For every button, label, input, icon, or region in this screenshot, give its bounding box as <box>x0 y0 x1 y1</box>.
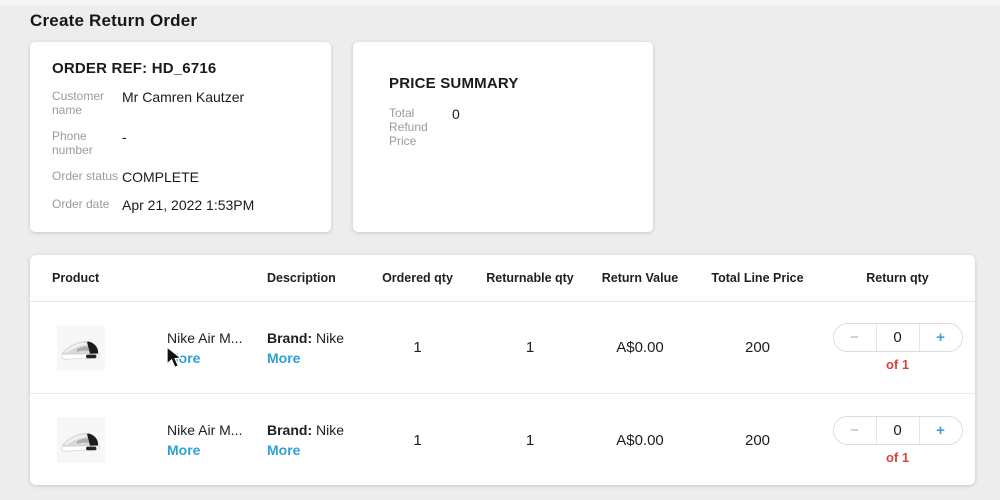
brand-label: Brand: <box>267 330 312 346</box>
description-more-link[interactable]: More <box>267 442 300 458</box>
increment-button[interactable]: + <box>919 417 962 444</box>
col-header-ordered-qty: Ordered qty <box>360 271 475 285</box>
brand-value: Nike <box>312 330 344 346</box>
field-value: 0 <box>452 106 460 148</box>
brand-label: Brand: <box>267 422 312 438</box>
ordered-qty-value: 1 <box>360 432 475 449</box>
field-label: Customer name <box>52 89 122 117</box>
field-customer-name: Customer name Mr Camren Kautzer <box>52 89 309 117</box>
brand-text: Brand: Nike <box>267 330 360 346</box>
description-more-link[interactable]: More <box>267 350 300 366</box>
of-max-label: of 1 <box>886 357 909 372</box>
field-phone-number: Phone number - <box>52 129 309 157</box>
product-image-cell <box>30 325 167 371</box>
col-header-description: Description <box>267 271 360 285</box>
product-name-cell: Nike Air M... More <box>167 330 267 366</box>
returnable-qty-value: 1 <box>475 432 585 449</box>
increment-button[interactable]: + <box>919 324 962 351</box>
price-summary-card: PRICE SUMMARY Total Refund Price 0 <box>353 42 653 232</box>
sneaker-image <box>57 417 105 463</box>
field-value: Mr Camren Kautzer <box>122 89 244 117</box>
col-header-product: Product <box>30 271 267 285</box>
product-name: Nike Air M... <box>167 422 267 438</box>
product-image <box>57 325 105 371</box>
table-row: Nike Air M... More Brand: Nike More 1 1 … <box>30 302 975 394</box>
product-more-link[interactable]: More <box>167 442 200 458</box>
price-summary-title: PRICE SUMMARY <box>389 75 617 92</box>
brand-value: Nike <box>312 422 344 438</box>
return-qty-cell: − 0 + of 1 <box>833 416 963 465</box>
quantity-stepper: − 0 + <box>833 323 963 352</box>
return-qty-value[interactable]: 0 <box>877 417 919 444</box>
order-ref-title: ORDER REF: HD_6716 <box>52 60 309 77</box>
field-label: Order status <box>52 169 122 185</box>
field-label: Total Refund Price <box>389 106 437 148</box>
field-label: Phone number <box>52 129 122 157</box>
field-order-date: Order date Apr 21, 2022 1:53PM <box>52 197 309 213</box>
product-name-cell: Nike Air M... More <box>167 422 267 458</box>
ordered-qty-value: 1 <box>360 339 475 356</box>
return-qty-value[interactable]: 0 <box>877 324 919 351</box>
col-header-returnable-qty: Returnable qty <box>475 271 585 285</box>
field-value: - <box>122 129 127 157</box>
decrement-button[interactable]: − <box>834 324 877 351</box>
total-line-price-value: 200 <box>695 339 820 356</box>
col-header-return-value: Return Value <box>585 271 695 285</box>
return-items-table: Product Description Ordered qty Returnab… <box>30 255 975 485</box>
sneaker-image <box>57 325 105 371</box>
product-more-link[interactable]: More <box>167 350 200 366</box>
field-total-refund-price: Total Refund Price 0 <box>389 106 617 148</box>
order-ref-card: ORDER REF: HD_6716 Customer name Mr Camr… <box>30 42 331 232</box>
product-name: Nike Air M... <box>167 330 267 346</box>
quantity-stepper: − 0 + <box>833 416 963 445</box>
product-image <box>57 417 105 463</box>
field-label: Order date <box>52 197 122 213</box>
page-title: Create Return Order <box>30 11 197 31</box>
col-header-total-line-price: Total Line Price <box>695 271 820 285</box>
table-header-row: Product Description Ordered qty Returnab… <box>30 255 975 302</box>
decrement-button[interactable]: − <box>834 417 877 444</box>
col-header-return-qty: Return qty <box>820 271 975 285</box>
total-line-price-value: 200 <box>695 432 820 449</box>
return-value: A$0.00 <box>585 339 695 356</box>
of-max-label: of 1 <box>886 450 909 465</box>
return-qty-cell: − 0 + of 1 <box>833 323 963 372</box>
returnable-qty-value: 1 <box>475 339 585 356</box>
top-strip <box>0 0 1000 6</box>
field-value: Apr 21, 2022 1:53PM <box>122 197 254 213</box>
field-order-status: Order status COMPLETE <box>52 169 309 185</box>
product-image-cell <box>30 417 167 463</box>
return-value: A$0.00 <box>585 432 695 449</box>
table-row: Nike Air M... More Brand: Nike More 1 1 … <box>30 394 975 485</box>
field-value: COMPLETE <box>122 169 199 185</box>
description-cell: Brand: Nike More <box>267 422 360 458</box>
brand-text: Brand: Nike <box>267 422 360 438</box>
description-cell: Brand: Nike More <box>267 330 360 366</box>
